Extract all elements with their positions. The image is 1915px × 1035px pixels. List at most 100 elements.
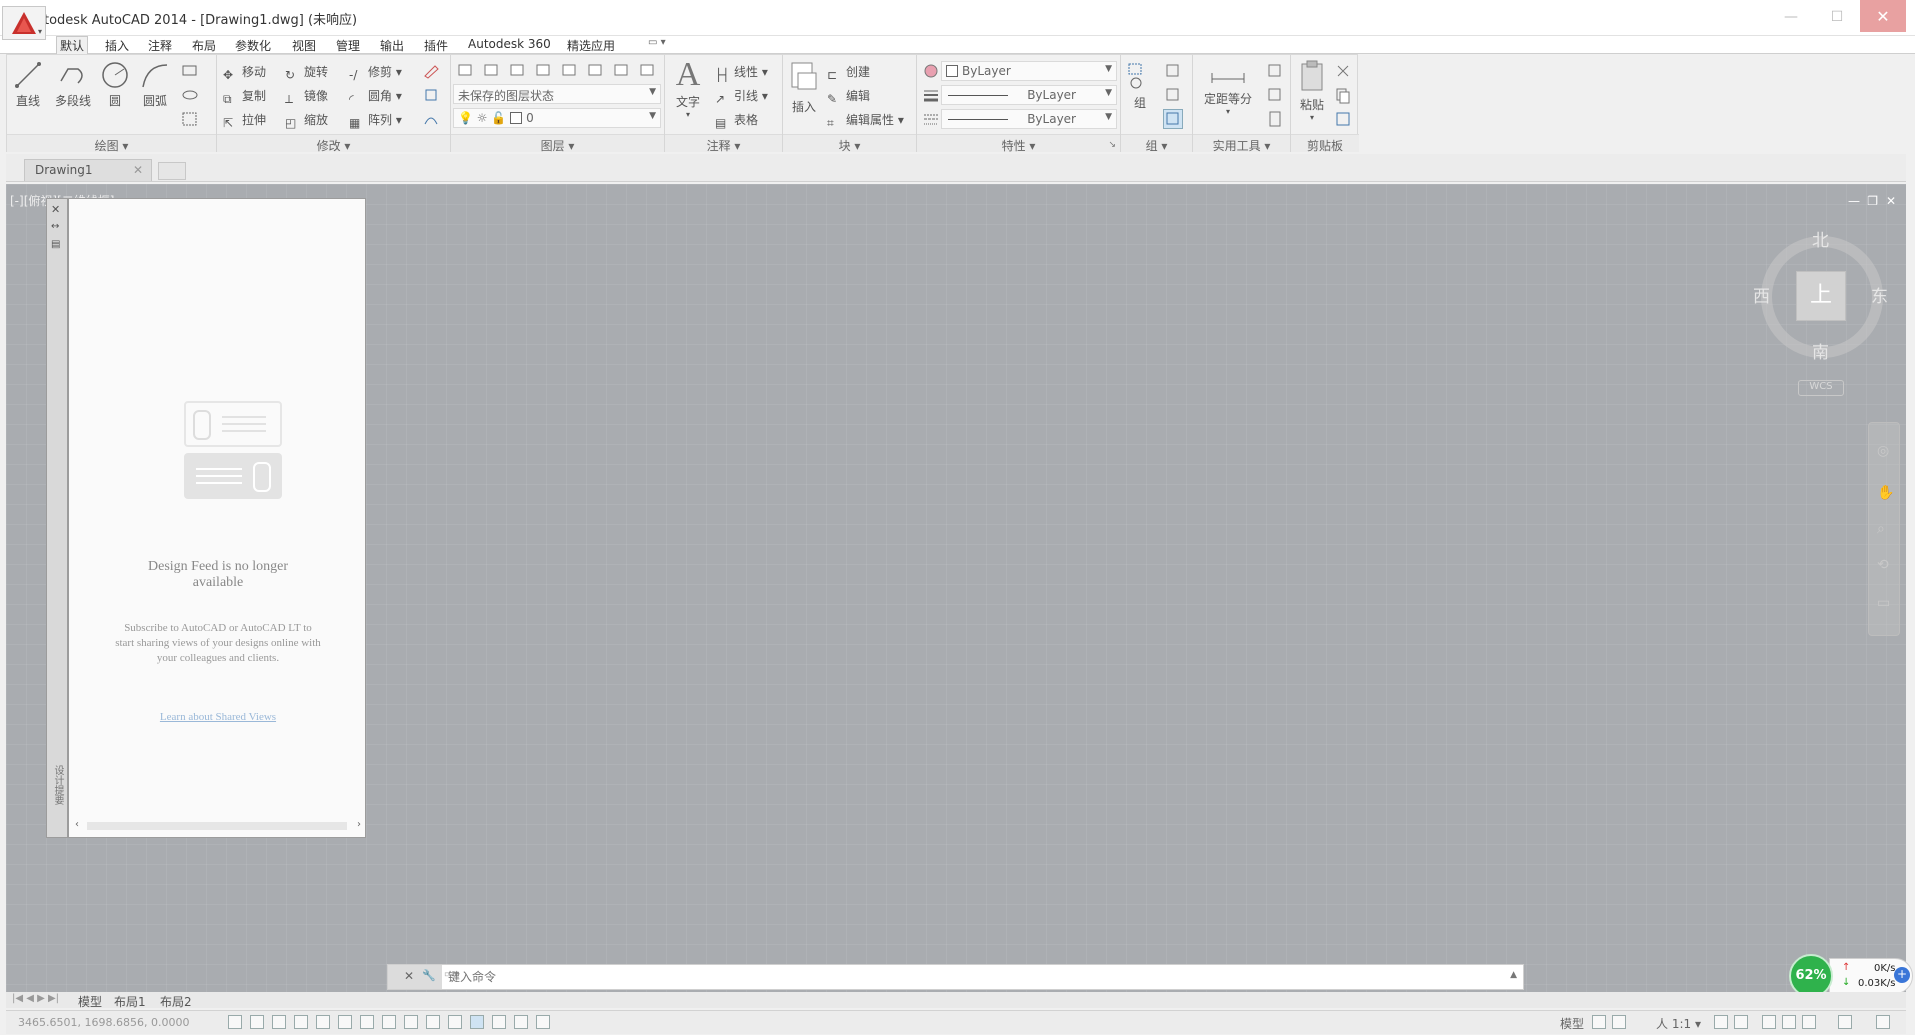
- clean-screen-icon[interactable]: [1876, 1015, 1890, 1029]
- wrench-icon[interactable]: 🔧: [422, 969, 436, 982]
- modify-panel-title[interactable]: 修改 ▾: [217, 134, 450, 153]
- command-history-icon[interactable]: ▲: [1510, 970, 1517, 980]
- explode-icon[interactable]: [421, 85, 441, 105]
- minimize-button[interactable]: —: [1768, 0, 1814, 34]
- auto-scale-icon[interactable]: [1734, 1015, 1748, 1029]
- hardware-acceleration-icon[interactable]: [1838, 1015, 1852, 1029]
- array-button[interactable]: ▦ 阵列 ▾: [349, 111, 402, 130]
- measure-tool[interactable]: 定距等分 ▾: [1199, 65, 1257, 116]
- pan-hand-icon[interactable]: ✋: [1877, 485, 1894, 501]
- compass-south[interactable]: 南: [1812, 338, 1829, 363]
- model-space-label[interactable]: 模型: [1560, 1015, 1584, 1032]
- erase-icon[interactable]: [421, 61, 441, 81]
- utilities-panel-title[interactable]: 实用工具 ▾: [1193, 134, 1290, 153]
- circle-tool[interactable]: 圆: [97, 61, 133, 109]
- viewcube-face-top[interactable]: 上: [1796, 271, 1846, 321]
- ungroup-icon[interactable]: [1163, 61, 1183, 81]
- arc-tool[interactable]: 圆弧: [137, 61, 173, 109]
- quick-view-drawings-icon[interactable]: [1612, 1015, 1626, 1029]
- line-tool[interactable]: 直线: [13, 61, 43, 109]
- infer-constraints-icon[interactable]: [228, 1015, 242, 1029]
- layers-panel-title[interactable]: 图层 ▾: [451, 134, 664, 153]
- color-dropdown[interactable]: ByLayer ▼: [941, 61, 1117, 81]
- lineweight-toggle-icon[interactable]: [448, 1015, 462, 1029]
- tab-layout[interactable]: 布局: [189, 37, 219, 54]
- close-icon[interactable]: ✕: [404, 969, 414, 983]
- layer-state-dropdown[interactable]: 未保存的图层状态 ▼: [453, 84, 661, 104]
- palette-properties-icon[interactable]: ▤: [51, 239, 60, 250]
- dynamic-ucs-icon[interactable]: [404, 1015, 418, 1029]
- shared-views-link[interactable]: Learn about Shared Views: [69, 711, 367, 723]
- lock-ui-icon[interactable]: [1782, 1015, 1796, 1029]
- rotate-button[interactable]: ↻ 旋转: [285, 63, 328, 82]
- insert-block-tool[interactable]: 插入: [787, 59, 821, 115]
- tab-options-icon[interactable]: ▭ ▾: [645, 37, 669, 48]
- cursor-coordinates[interactable]: 3465.6501, 1698.6856, 0.0000: [18, 1016, 189, 1029]
- mirror-button[interactable]: ⟂ 镜像: [285, 87, 328, 106]
- horizontal-scrollbar[interactable]: ‹ ›: [75, 819, 361, 833]
- layer-match-icon[interactable]: [611, 60, 631, 80]
- workspace-switching-icon[interactable]: [1762, 1015, 1776, 1029]
- steering-wheel-icon[interactable]: ◎: [1877, 443, 1889, 459]
- object-snap-tracking-icon[interactable]: [382, 1015, 396, 1029]
- quick-view-layouts-icon[interactable]: [1592, 1015, 1606, 1029]
- polar-tracking-icon[interactable]: [316, 1015, 330, 1029]
- scroll-right-icon[interactable]: ›: [357, 819, 361, 830]
- cut-icon[interactable]: [1333, 61, 1353, 81]
- tab-annotate[interactable]: 注释: [145, 37, 175, 54]
- panel-launcher-icon[interactable]: ↘: [1108, 140, 1116, 150]
- linear-dim-button[interactable]: ├┤ 线性 ▾: [715, 63, 768, 82]
- viewport-minimize-icon[interactable]: —: [1848, 194, 1860, 208]
- tab-featured-apps[interactable]: 精选应用: [564, 37, 618, 54]
- match-properties-icon[interactable]: [921, 61, 941, 81]
- group-selection-icon[interactable]: [1163, 109, 1183, 129]
- layer-walk-icon[interactable]: [637, 60, 657, 80]
- edit-block-button[interactable]: ✎ 编辑: [827, 87, 870, 106]
- layer-dropdown[interactable]: 💡 ☼ 🔓 0 ▼: [453, 108, 661, 128]
- annotation-scale[interactable]: 人 1:1 ▾: [1656, 1015, 1701, 1032]
- tab-layout2[interactable]: 布局2: [160, 993, 192, 1010]
- layout-nav-arrows-icon[interactable]: |◀ ◀ ▶ ▶|: [12, 993, 59, 1004]
- selection-cycling-icon[interactable]: [514, 1015, 528, 1029]
- maximize-button[interactable]: ☐: [1814, 0, 1860, 34]
- annotation-panel-title[interactable]: 注释 ▾: [665, 134, 782, 153]
- hatch-icon[interactable]: [179, 109, 199, 129]
- copy-button[interactable]: ⧉ 复制: [223, 87, 266, 106]
- draw-panel-title[interactable]: 绘图 ▾: [7, 134, 216, 153]
- edit-attributes-button[interactable]: ⌗ 编辑属性 ▾: [827, 111, 904, 130]
- compass-east[interactable]: 东: [1871, 282, 1888, 307]
- fillet-button[interactable]: ◜ 圆角 ▾: [349, 87, 402, 106]
- copy-clip-icon[interactable]: [1333, 85, 1353, 105]
- copy-base-icon[interactable]: [1333, 109, 1353, 129]
- ortho-mode-icon[interactable]: [294, 1015, 308, 1029]
- palette-close-icon[interactable]: ✕: [51, 203, 60, 216]
- tab-autodesk-360[interactable]: Autodesk 360: [465, 37, 554, 51]
- calculator-icon[interactable]: [1265, 109, 1285, 129]
- polyline-tool[interactable]: 多段线: [51, 61, 95, 109]
- compass-north[interactable]: 北: [1812, 226, 1829, 251]
- palette-autohide-icon[interactable]: ↔: [51, 221, 59, 232]
- groups-panel-title[interactable]: 组 ▾: [1121, 134, 1192, 153]
- offset-icon[interactable]: [421, 109, 441, 129]
- properties-panel-title[interactable]: 特性 ▾: [917, 134, 1120, 153]
- viewport-close-icon[interactable]: ✕: [1886, 194, 1896, 208]
- ellipse-icon[interactable]: [179, 85, 199, 105]
- create-block-button[interactable]: ⊏ 创建: [827, 63, 870, 82]
- tab-manage[interactable]: 管理: [333, 37, 363, 54]
- scroll-left-icon[interactable]: ‹: [75, 819, 79, 830]
- object-snap-icon[interactable]: [338, 1015, 352, 1029]
- rectangle-icon[interactable]: [179, 61, 199, 81]
- text-tool[interactable]: A 文字 ▾: [671, 57, 705, 120]
- layer-lock-icon[interactable]: [585, 60, 605, 80]
- stretch-button[interactable]: ⇱ 拉伸: [223, 111, 266, 130]
- 3d-object-snap-icon[interactable]: [360, 1015, 374, 1029]
- isolate-objects-icon[interactable]: [1802, 1015, 1816, 1029]
- transparency-icon[interactable]: [470, 1015, 484, 1029]
- snap-mode-icon[interactable]: [250, 1015, 264, 1029]
- grid-display-icon[interactable]: [272, 1015, 286, 1029]
- viewport-restore-icon[interactable]: ❐: [1867, 194, 1878, 208]
- close-button[interactable]: ✕: [1860, 0, 1906, 32]
- tab-insert[interactable]: 插入: [102, 37, 132, 54]
- new-drawing-tab-button[interactable]: [158, 162, 186, 180]
- group-edit-icon[interactable]: [1163, 85, 1183, 105]
